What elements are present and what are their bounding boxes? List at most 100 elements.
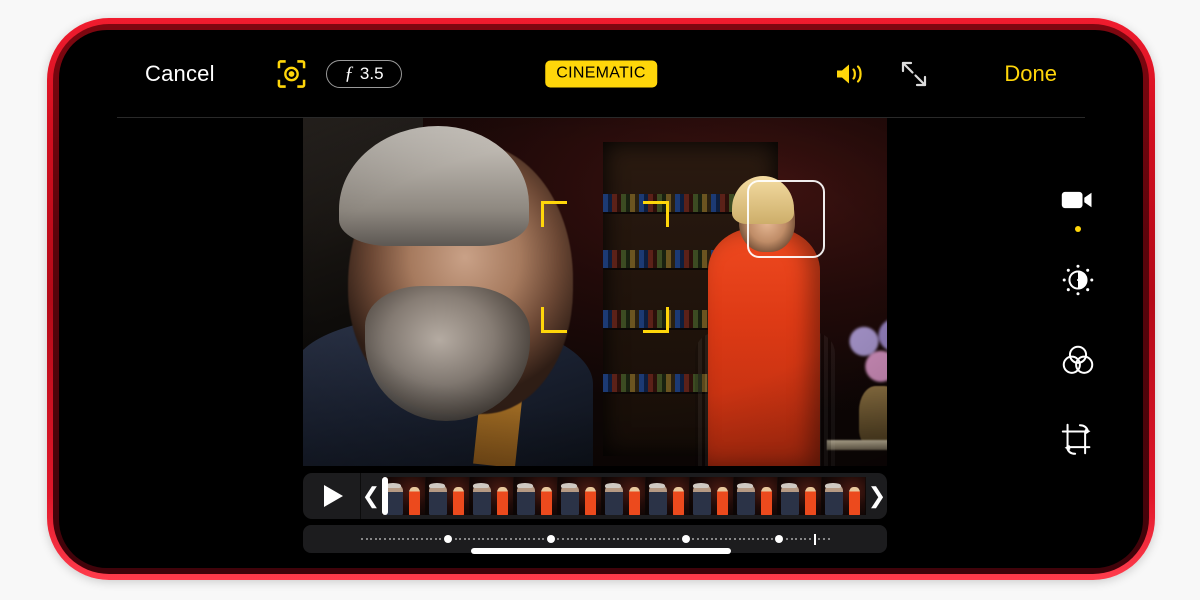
play-button[interactable] bbox=[303, 473, 361, 519]
filmstrip-frame[interactable] bbox=[558, 477, 602, 515]
focus-corner-bottom-left bbox=[541, 307, 567, 333]
filmstrip-frame[interactable] bbox=[602, 477, 646, 515]
track-tick bbox=[523, 538, 526, 540]
video-timeline[interactable]: ❮ ❯ bbox=[303, 473, 887, 519]
track-tick bbox=[365, 538, 368, 540]
track-tick bbox=[463, 538, 466, 540]
filmstrip-frame[interactable] bbox=[778, 477, 822, 515]
editor-tool-rail bbox=[1047, 180, 1109, 460]
track-tick bbox=[729, 538, 732, 540]
filmstrip-frame[interactable] bbox=[690, 477, 734, 515]
track-tick bbox=[509, 538, 512, 540]
track-tick bbox=[743, 538, 746, 540]
track-tick bbox=[795, 538, 798, 540]
track-tick bbox=[710, 538, 713, 540]
filmstrip-frame[interactable] bbox=[470, 477, 514, 515]
keyframe-dot[interactable] bbox=[681, 535, 690, 543]
track-tick bbox=[827, 538, 830, 540]
tool-crop[interactable] bbox=[1058, 420, 1098, 460]
filmstrip-frame[interactable] bbox=[514, 477, 558, 515]
track-tick bbox=[715, 538, 718, 540]
focus-brackets-yellow[interactable] bbox=[541, 201, 669, 333]
tool-filters[interactable] bbox=[1058, 340, 1098, 380]
track-tick bbox=[626, 538, 629, 540]
photo-viewer[interactable] bbox=[303, 118, 887, 466]
track-tick bbox=[589, 538, 592, 540]
track-tick bbox=[566, 538, 569, 540]
playhead-handle[interactable] bbox=[382, 477, 388, 515]
track-tick bbox=[468, 538, 471, 540]
track-tick bbox=[697, 538, 700, 540]
track-tick bbox=[594, 538, 597, 540]
status-badge-cinematic: CINEMATIC bbox=[545, 60, 657, 88]
keyframe-dot[interactable] bbox=[775, 535, 784, 543]
home-indicator bbox=[471, 548, 731, 554]
filmstrip-frame[interactable] bbox=[646, 477, 690, 515]
track-tick bbox=[790, 538, 793, 540]
keyframe-ticks bbox=[361, 533, 830, 545]
track-tick bbox=[761, 538, 764, 540]
track-tick bbox=[672, 538, 675, 540]
expand-arrows-icon[interactable] bbox=[899, 59, 929, 89]
track-tick bbox=[621, 538, 624, 540]
track-tick bbox=[416, 538, 419, 540]
iphone-device-frame: Cancel ƒ 3.5 CINEMATIC Done ❮ ❯ bbox=[47, 18, 1155, 580]
filmstrip-frame[interactable] bbox=[382, 477, 426, 515]
filmstrip-frame[interactable] bbox=[822, 477, 866, 515]
detected-face-box-white[interactable] bbox=[747, 180, 825, 258]
keyframe-dot[interactable] bbox=[443, 535, 452, 543]
play-icon bbox=[323, 485, 343, 507]
track-tick bbox=[608, 538, 611, 540]
filmstrip-frame[interactable] bbox=[426, 477, 470, 515]
keyframe-dot[interactable] bbox=[546, 535, 555, 543]
focus-corner-top-left bbox=[541, 201, 567, 227]
track-tick bbox=[580, 538, 583, 540]
track-tick bbox=[677, 538, 680, 540]
tool-adjust[interactable] bbox=[1058, 260, 1098, 300]
done-button[interactable]: Done bbox=[1004, 61, 1057, 87]
track-tick bbox=[822, 538, 825, 540]
track-tick bbox=[420, 538, 423, 540]
track-tick bbox=[537, 538, 540, 540]
track-tick bbox=[635, 538, 638, 540]
speaker-on-icon[interactable] bbox=[834, 61, 868, 87]
filmstrip[interactable] bbox=[382, 477, 866, 515]
chevron-right-icon[interactable]: ❯ bbox=[867, 483, 887, 509]
track-tick bbox=[407, 538, 410, 540]
track-tick bbox=[766, 538, 769, 540]
track-tick bbox=[804, 538, 807, 540]
track-tick bbox=[532, 538, 535, 540]
track-tick bbox=[799, 538, 802, 540]
track-tick bbox=[514, 538, 517, 540]
track-tick bbox=[756, 538, 759, 540]
track-tick bbox=[542, 538, 545, 540]
track-tick bbox=[388, 538, 391, 540]
track-tick bbox=[786, 538, 789, 540]
chevron-left-icon[interactable]: ❮ bbox=[361, 483, 381, 509]
cancel-button[interactable]: Cancel bbox=[145, 61, 215, 87]
cinematic-focus-icon[interactable] bbox=[277, 60, 306, 89]
track-tick bbox=[747, 538, 750, 540]
track-tick bbox=[733, 538, 736, 540]
track-tick bbox=[640, 538, 643, 540]
track-tick bbox=[770, 538, 773, 540]
track-tick bbox=[818, 538, 821, 540]
track-tick bbox=[384, 538, 387, 540]
track-tick bbox=[430, 538, 433, 540]
track-tick bbox=[603, 538, 606, 540]
track-tick bbox=[486, 538, 489, 540]
track-tick bbox=[738, 538, 741, 540]
track-tick bbox=[663, 538, 666, 540]
aperture-f-symbol: ƒ bbox=[344, 63, 354, 84]
aperture-value: 3.5 bbox=[359, 64, 384, 83]
track-end-marker bbox=[813, 533, 816, 545]
track-tick bbox=[752, 538, 755, 540]
track-tick bbox=[361, 538, 363, 540]
track-tick bbox=[701, 538, 704, 540]
tool-video[interactable] bbox=[1058, 180, 1098, 232]
track-tick bbox=[505, 538, 508, 540]
track-tick bbox=[411, 538, 414, 540]
aperture-value-button[interactable]: ƒ 3.5 bbox=[326, 60, 402, 88]
filmstrip-frame[interactable] bbox=[734, 477, 778, 515]
track-tick bbox=[370, 538, 373, 540]
